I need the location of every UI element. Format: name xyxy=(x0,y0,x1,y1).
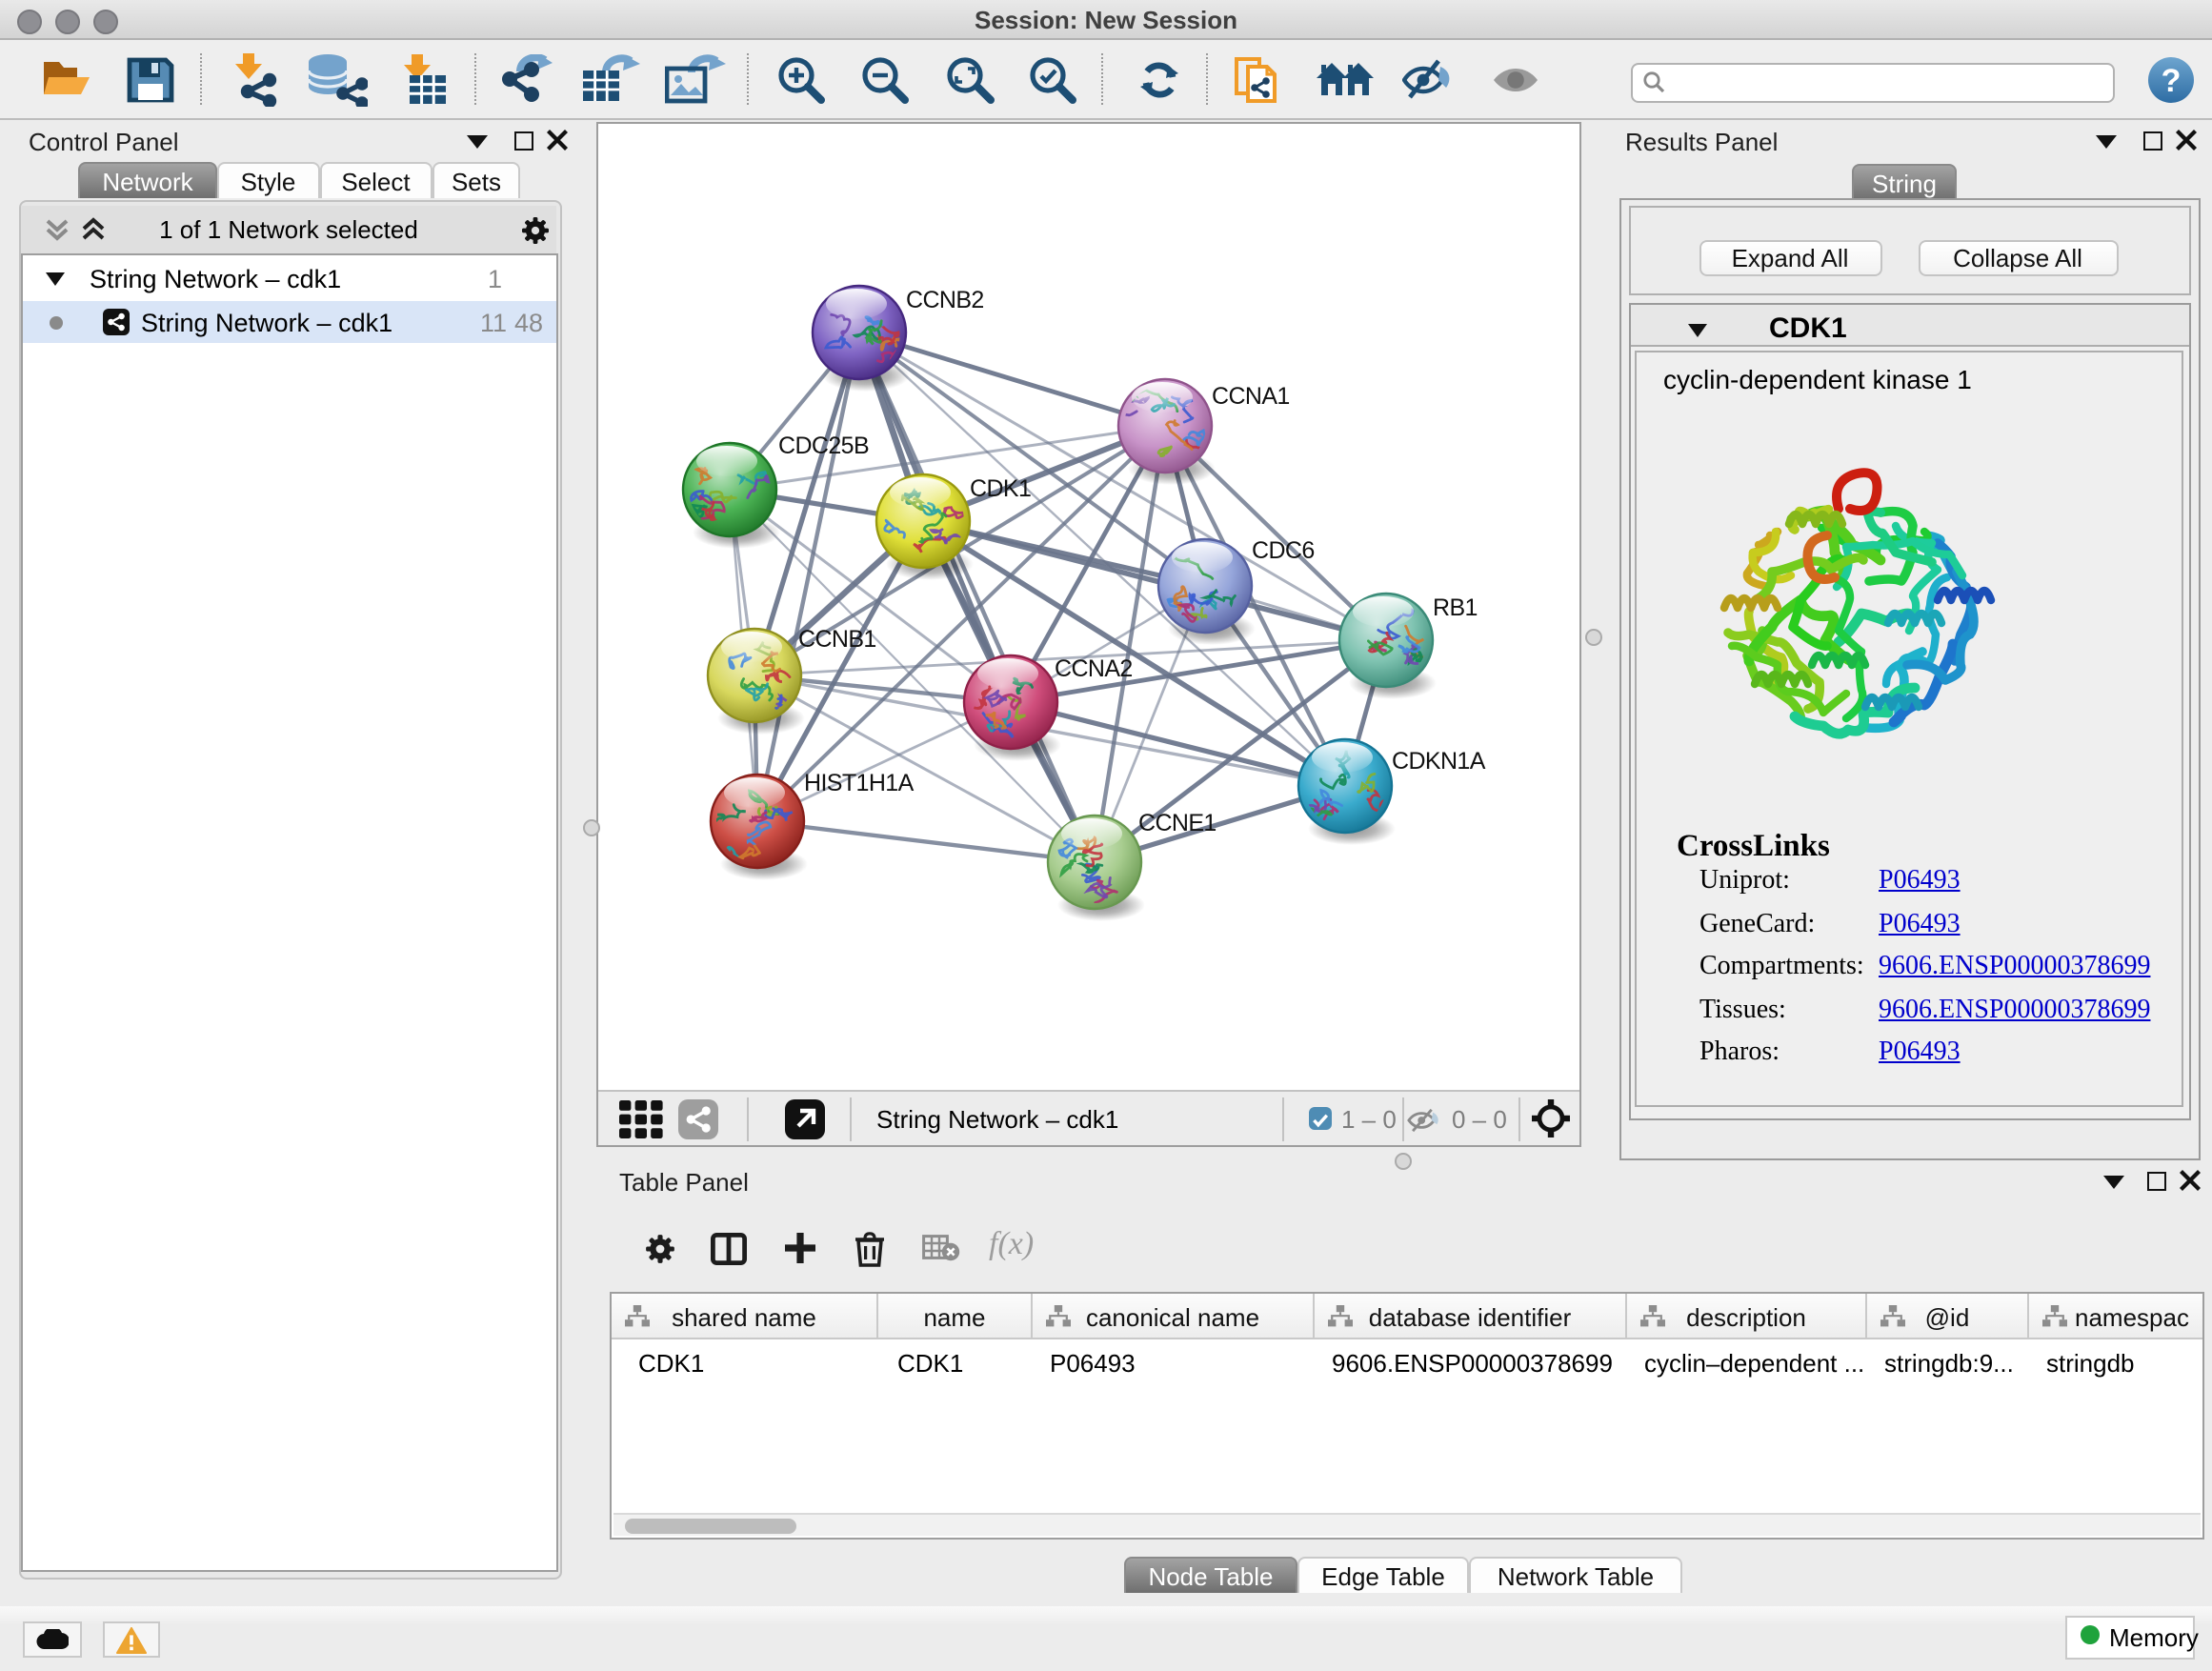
svg-text:CDK1: CDK1 xyxy=(970,475,1031,502)
svg-text:?: ? xyxy=(2162,62,2182,98)
svg-text:CDC25B: CDC25B xyxy=(778,433,869,459)
svg-text:CDKN1A: CDKN1A xyxy=(1392,748,1486,775)
svg-text:CCNB2: CCNB2 xyxy=(906,287,984,313)
svg-text:RB1: RB1 xyxy=(1433,594,1478,621)
svg-text:HIST1H1A: HIST1H1A xyxy=(804,770,915,796)
svg-text:CDC6: CDC6 xyxy=(1252,537,1315,564)
svg-text:CCNA2: CCNA2 xyxy=(1055,655,1133,682)
svg-text:CCNA1: CCNA1 xyxy=(1212,383,1290,410)
svg-text:CCNB1: CCNB1 xyxy=(798,626,876,653)
svg-text:CCNE1: CCNE1 xyxy=(1138,810,1217,836)
